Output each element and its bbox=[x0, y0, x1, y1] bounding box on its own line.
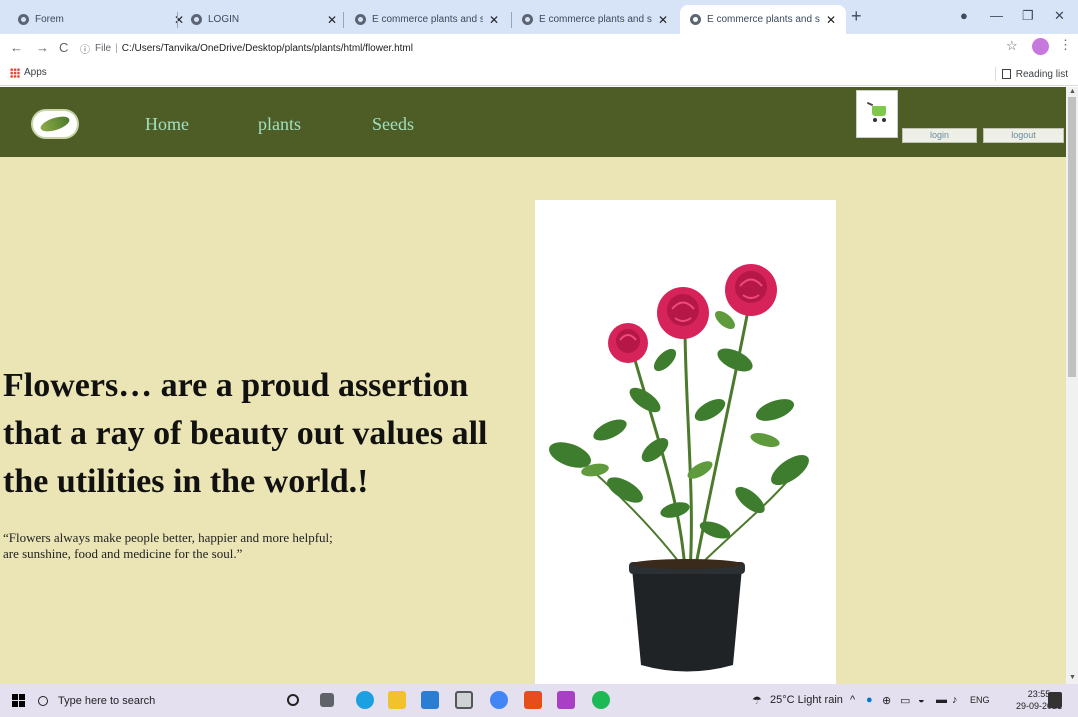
bookmark-star-icon[interactable]: ☆ bbox=[1006, 38, 1018, 54]
browser-tab-active[interactable]: E commerce plants and seeds pl... ✕ bbox=[680, 5, 846, 34]
show-hidden-icons-icon[interactable]: ^ bbox=[850, 694, 855, 706]
forward-icon[interactable]: → bbox=[36, 40, 49, 55]
globe-icon bbox=[355, 14, 366, 25]
tab-title: E commerce plants and seeds pl... bbox=[707, 14, 820, 25]
scrollbar-thumb[interactable] bbox=[1068, 97, 1076, 377]
cart-icon bbox=[872, 106, 886, 116]
office-icon[interactable] bbox=[524, 691, 542, 709]
cortana-icon[interactable] bbox=[287, 694, 299, 706]
taskbar-search[interactable]: Type here to search bbox=[38, 690, 155, 711]
weather-icon: ☂ bbox=[752, 695, 762, 707]
rose-bloom bbox=[725, 264, 777, 316]
spotify-icon[interactable] bbox=[592, 691, 610, 709]
close-tab-icon[interactable]: ✕ bbox=[489, 13, 499, 27]
back-icon[interactable]: ← bbox=[10, 40, 23, 55]
menu-kebab-icon[interactable]: ⋮ bbox=[1059, 37, 1072, 53]
visual-studio-icon[interactable] bbox=[557, 691, 575, 709]
chrome-icon[interactable] bbox=[490, 691, 508, 709]
new-tab-button[interactable]: + bbox=[851, 6, 862, 27]
notifications-icon[interactable] bbox=[1048, 692, 1062, 708]
nav-plants[interactable]: plants bbox=[258, 114, 301, 135]
profile-avatar[interactable] bbox=[1032, 38, 1049, 55]
scroll-up-icon[interactable]: ▲ bbox=[1069, 88, 1076, 95]
volume-icon[interactable]: ♪ bbox=[952, 694, 958, 706]
quote-line: “Flowers always make people better, happ… bbox=[3, 530, 333, 545]
leaf-icon bbox=[38, 113, 72, 135]
wifi-icon[interactable]: ▬ bbox=[936, 694, 947, 706]
maximize-icon[interactable]: ❐ bbox=[1022, 8, 1034, 24]
task-view-icon[interactable] bbox=[320, 693, 334, 707]
browser-tab[interactable]: Forem ✕ bbox=[8, 5, 194, 34]
divider bbox=[994, 67, 996, 81]
address-bar[interactable]: ⓘ File | C:/Users/Tanvika/OneDrive/Deskt… bbox=[80, 38, 1000, 58]
rose-bloom bbox=[657, 287, 709, 339]
network-icon[interactable]: ⊕ bbox=[882, 694, 891, 707]
battery-icon[interactable]: ▭ bbox=[900, 694, 910, 707]
site-navbar: Home plants Seeds login logout bbox=[0, 87, 1066, 157]
tab-strip: Forem ✕ LOGIN ✕ E commerce plants and se… bbox=[0, 0, 1078, 34]
reading-list-label: Reading list bbox=[1015, 68, 1068, 80]
cart-button[interactable] bbox=[856, 90, 898, 138]
nav-seeds[interactable]: Seeds bbox=[372, 114, 414, 135]
close-tab-icon[interactable]: ✕ bbox=[658, 13, 668, 27]
search-icon bbox=[38, 695, 48, 706]
close-tab-icon[interactable]: ✕ bbox=[327, 13, 337, 27]
bookmarks-bar: Apps Reading list bbox=[0, 62, 1078, 86]
rose-bloom bbox=[608, 323, 648, 363]
windows-taskbar: Type here to search ☂ 25°C Light rain ^ … bbox=[0, 684, 1078, 717]
reload-icon[interactable]: C bbox=[59, 40, 68, 55]
browser-tab[interactable]: E commerce plants and seeds pl... ✕ bbox=[512, 5, 678, 34]
info-icon[interactable]: ⓘ bbox=[80, 41, 90, 56]
quote-line: are sunshine, food and medicine for the … bbox=[3, 546, 243, 561]
cart-icon-wheel bbox=[882, 118, 886, 122]
reading-list-icon bbox=[1001, 69, 1011, 79]
login-button[interactable]: login bbox=[902, 128, 977, 143]
browser-tab[interactable]: LOGIN ✕ bbox=[181, 5, 347, 34]
site-logo[interactable] bbox=[31, 109, 79, 139]
close-tab-icon[interactable]: ✕ bbox=[826, 13, 836, 27]
globe-icon bbox=[690, 14, 701, 25]
globe-icon bbox=[191, 14, 202, 25]
address-divider: | bbox=[115, 42, 118, 54]
hero-headline: Flowers… are a proud assertion that a ra… bbox=[3, 367, 488, 500]
browser-tab[interactable]: E commerce plants and seeds pl... ✕ bbox=[345, 5, 509, 34]
rose-plant-image bbox=[535, 200, 836, 684]
address-url[interactable]: C:/Users/Tanvika/OneDrive/Desktop/plants… bbox=[122, 43, 413, 54]
tab-title: Forem bbox=[35, 14, 64, 25]
language-indicator[interactable]: ENG bbox=[970, 695, 990, 705]
tab-title: E commerce plants and seeds pl... bbox=[372, 14, 483, 25]
rose-plant-illustration bbox=[548, 264, 809, 672]
close-window-icon[interactable]: ✕ bbox=[1054, 8, 1065, 24]
nav-home[interactable]: Home bbox=[145, 114, 189, 135]
address-scheme-label: File bbox=[95, 42, 112, 54]
hero-quote: “Flowers always make people better, happ… bbox=[3, 530, 383, 562]
tab-separator bbox=[177, 12, 178, 28]
display-icon[interactable]: ◒ bbox=[918, 694, 925, 706]
file-explorer-icon[interactable] bbox=[388, 691, 406, 709]
minimize-icon[interactable]: — bbox=[990, 8, 1003, 23]
extension-icon[interactable]: ● bbox=[960, 8, 968, 23]
globe-icon bbox=[522, 14, 533, 25]
globe-icon bbox=[18, 14, 29, 25]
browser-toolbar: ← → C ⓘ File | C:/Users/Tanvika/OneDrive… bbox=[0, 34, 1078, 62]
page-viewport: Home plants Seeds login logout Flowers… … bbox=[0, 87, 1066, 684]
apps-label: Apps bbox=[24, 67, 47, 78]
app-icon[interactable] bbox=[455, 691, 473, 709]
onedrive-icon[interactable]: ● bbox=[866, 694, 873, 706]
edge-icon[interactable] bbox=[356, 691, 374, 709]
weather-label[interactable]: 25°C Light rain bbox=[770, 694, 843, 706]
cart-icon-wheel bbox=[873, 118, 877, 122]
apps-shortcut[interactable]: Apps bbox=[10, 67, 47, 78]
store-icon[interactable] bbox=[421, 691, 439, 709]
apps-grid-icon bbox=[10, 67, 20, 78]
tab-title: E commerce plants and seeds pl... bbox=[539, 14, 652, 25]
windows-start-icon[interactable] bbox=[12, 694, 25, 707]
page-scrollbar[interactable]: ▲ ▼ bbox=[1066, 87, 1078, 684]
logout-button[interactable]: logout bbox=[983, 128, 1064, 143]
tab-title: LOGIN bbox=[208, 14, 240, 25]
scroll-down-icon[interactable]: ▼ bbox=[1069, 674, 1076, 681]
search-placeholder: Type here to search bbox=[58, 694, 156, 707]
reading-list[interactable]: Reading list bbox=[994, 67, 1068, 81]
tab-separator bbox=[343, 12, 344, 28]
